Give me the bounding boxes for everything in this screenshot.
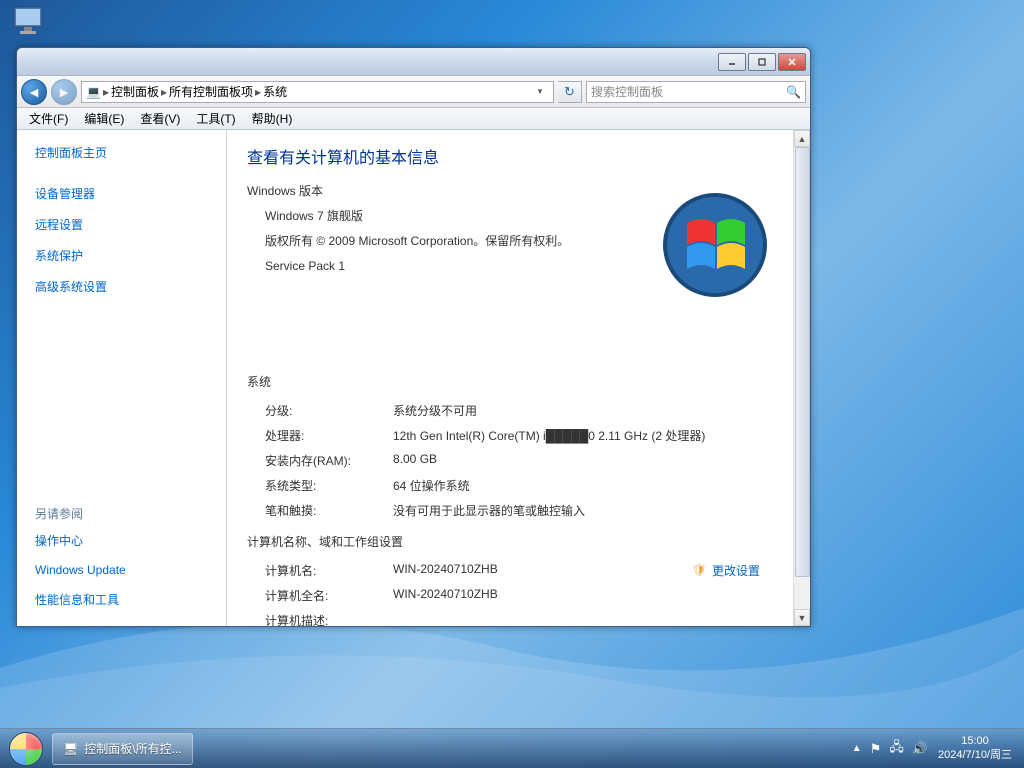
volume-icon[interactable]: 🔊 — [912, 741, 928, 757]
cname-value: WIN-20240710ZHB — [393, 562, 498, 579]
system-section-title: 系统 — [247, 373, 790, 390]
systype-label: 系统类型: — [265, 477, 393, 494]
taskbar-app-control-panel[interactable]: 🖥 控制面板\所有控... — [52, 733, 193, 765]
sidebar-home[interactable]: 控制面板主页 — [35, 144, 208, 161]
sidebar-remote-settings[interactable]: 远程设置 — [35, 216, 208, 233]
titlebar — [17, 48, 810, 76]
menubar: 文件(F) 编辑(E) 查看(V) 工具(T) 帮助(H) — [17, 108, 810, 130]
sidebar-windows-update[interactable]: Windows Update — [35, 563, 208, 577]
tray-up-icon[interactable]: ▲ — [852, 743, 862, 754]
search-input[interactable]: 搜索控制面板 🔍 — [586, 81, 806, 103]
desc-value — [393, 612, 790, 626]
sidebar-action-center[interactable]: 操作中心 — [35, 532, 208, 549]
menu-file[interactable]: 文件(F) — [21, 108, 76, 129]
fullname-label: 计算机全名: — [265, 587, 393, 604]
system-tray: ▲ ⚑ 🖧 🔊 15:00 2024/7/10/周三 — [852, 735, 1020, 761]
desc-label: 计算机描述: — [265, 612, 393, 626]
pen-value: 没有可用于此显示器的笔或触控输入 — [393, 502, 790, 519]
sidebar: 控制面板主页 设备管理器 远程设置 系统保护 高级系统设置 另请参阅 操作中心 … — [17, 130, 227, 626]
menu-edit[interactable]: 编辑(E) — [76, 108, 132, 129]
breadcrumb-level3[interactable]: 系统 — [263, 83, 287, 100]
sidebar-system-protection[interactable]: 系统保护 — [35, 247, 208, 264]
taskbar-app-label: 控制面板\所有控... — [84, 740, 181, 757]
forward-button[interactable]: ► — [51, 79, 77, 105]
taskbar: 🖥 控制面板\所有控... ▲ ⚑ 🖧 🔊 15:00 2024/7/10/周三 — [0, 728, 1024, 768]
computer-icon: 💻 — [86, 85, 101, 99]
search-placeholder: 搜索控制面板 — [591, 83, 663, 100]
sidebar-device-manager[interactable]: 设备管理器 — [35, 185, 208, 202]
close-button[interactable] — [778, 53, 806, 71]
menu-tools[interactable]: 工具(T) — [188, 108, 243, 129]
refresh-button[interactable]: ↻ — [558, 81, 582, 103]
shield-icon: 🛡 — [692, 563, 707, 577]
rating-label: 分级: — [265, 402, 393, 419]
scroll-thumb[interactable] — [795, 147, 810, 577]
clock-date: 2024/7/10/周三 — [938, 749, 1012, 762]
start-button[interactable] — [4, 730, 48, 768]
clock[interactable]: 15:00 2024/7/10/周三 — [938, 735, 1012, 761]
cname-label: 计算机名: — [265, 562, 393, 579]
pen-label: 笔和触摸: — [265, 502, 393, 519]
sidebar-perf-tools[interactable]: 性能信息和工具 — [35, 591, 208, 608]
back-button[interactable]: ◄ — [21, 79, 47, 105]
rating-link[interactable]: 系统分级不可用 — [393, 402, 790, 419]
scrollbar[interactable]: ▲ ▼ — [793, 130, 810, 626]
see-also-label: 另请参阅 — [35, 505, 208, 522]
menu-view[interactable]: 查看(V) — [132, 108, 188, 129]
windows-logo-icon — [660, 190, 770, 300]
content-panel: 查看有关计算机的基本信息 Windows 版本 Windows 7 旗舰版 版权… — [227, 130, 810, 626]
monitor-icon: 🖥 — [63, 742, 78, 756]
address-bar[interactable]: 💻 ▸ 控制面板 ▸ 所有控制面板项 ▸ 系统 ▾ — [81, 81, 554, 103]
network-icon[interactable]: 🖧 — [889, 738, 904, 760]
processor-value: 12th Gen Intel(R) Core(TM) i█████0 2.11 … — [393, 427, 790, 444]
ram-value: 8.00 GB — [393, 452, 790, 469]
page-heading: 查看有关计算机的基本信息 — [247, 144, 790, 168]
sidebar-advanced-settings[interactable]: 高级系统设置 — [35, 278, 208, 295]
windows-orb-icon — [9, 732, 43, 766]
systype-value: 64 位操作系统 — [393, 477, 790, 494]
processor-label: 处理器: — [265, 427, 393, 444]
breadcrumb-level2[interactable]: 所有控制面板项 — [169, 83, 253, 100]
maximize-button[interactable] — [748, 53, 776, 71]
flag-icon[interactable]: ⚑ — [870, 741, 882, 757]
scroll-down-icon[interactable]: ▼ — [794, 609, 810, 626]
minimize-button[interactable] — [718, 53, 746, 71]
clock-time: 15:00 — [938, 735, 1012, 748]
fullname-value: WIN-20240710ZHB — [393, 587, 790, 604]
change-settings-link[interactable]: 🛡更改设置 — [692, 562, 760, 579]
search-icon: 🔍 — [786, 85, 801, 99]
system-window: ◄ ► 💻 ▸ 控制面板 ▸ 所有控制面板项 ▸ 系统 ▾ ↻ 搜索控制面板 🔍… — [16, 47, 811, 627]
desktop-computer-icon[interactable] — [10, 5, 60, 45]
address-dropdown-icon[interactable]: ▾ — [531, 86, 549, 97]
ram-label: 安装内存(RAM): — [265, 452, 393, 469]
menu-help[interactable]: 帮助(H) — [244, 108, 301, 129]
namegroup-title: 计算机名称、域和工作组设置 — [247, 533, 790, 550]
scroll-up-icon[interactable]: ▲ — [794, 130, 810, 147]
breadcrumb-root[interactable]: 控制面板 — [111, 83, 159, 100]
navbar: ◄ ► 💻 ▸ 控制面板 ▸ 所有控制面板项 ▸ 系统 ▾ ↻ 搜索控制面板 🔍 — [17, 76, 810, 108]
